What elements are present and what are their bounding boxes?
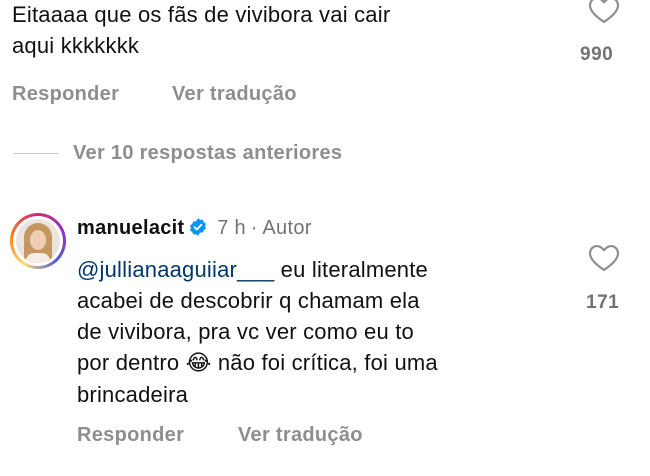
- heart-icon[interactable]: [587, 0, 621, 24]
- author-tag: Autor: [262, 217, 312, 239]
- reply-time: 7 h: [217, 217, 246, 239]
- reply-line4-pre: por dentro: [77, 350, 186, 375]
- top-comment-line2: aqui kkkkkkk: [12, 33, 140, 58]
- reply-like-count: 171: [586, 292, 620, 313]
- reply-line1: @jullianaaguiiar___ eu literalmente: [77, 254, 577, 285]
- verified-badge-icon: [190, 218, 207, 236]
- view-replies-divider: [14, 153, 58, 154]
- mention-link[interactable]: @jullianaaguiiar___: [77, 257, 274, 282]
- reply-line1-rest: eu literalmente: [274, 257, 428, 282]
- laughing-emoji-icon: 😂: [185, 351, 212, 376]
- top-comment-translate-button[interactable]: Ver tradução: [172, 83, 297, 106]
- reply-header: manuelacit 7 h · Autor: [77, 217, 312, 240]
- reply-username[interactable]: manuelacit: [77, 217, 184, 239]
- top-comment-reply-button[interactable]: Responder: [12, 83, 119, 106]
- top-comment-line1: Eitaaaa que os fãs de vivibora vai cair: [12, 2, 391, 27]
- header-separator: ·: [250, 217, 258, 239]
- reply-reply-button[interactable]: Responder: [77, 424, 184, 447]
- top-comment-text: Eitaaaa que os fãs de vivibora vai cair …: [12, 0, 572, 61]
- view-previous-replies-button[interactable]: Ver 10 respostas anteriores: [73, 142, 342, 165]
- reply-line4-post: não foi crítica, foi uma: [211, 350, 438, 375]
- reply-translate-button[interactable]: Ver tradução: [238, 424, 363, 447]
- reply-line3: de vivibora, pra vc ver como eu to: [77, 319, 414, 344]
- heart-icon[interactable]: [587, 242, 621, 272]
- top-comment-like-count: 990: [580, 44, 614, 65]
- reply-line4: por dentro 😂 não foi crítica, foi uma: [77, 347, 577, 379]
- avatar-photo: [16, 219, 60, 263]
- reply-text: @jullianaaguiiar___ eu literalmente acab…: [77, 254, 577, 410]
- reply-line5: brincadeira: [77, 382, 189, 407]
- avatar[interactable]: [10, 213, 66, 269]
- reply-line2: acabei de descobrir q chamam ela: [77, 288, 420, 313]
